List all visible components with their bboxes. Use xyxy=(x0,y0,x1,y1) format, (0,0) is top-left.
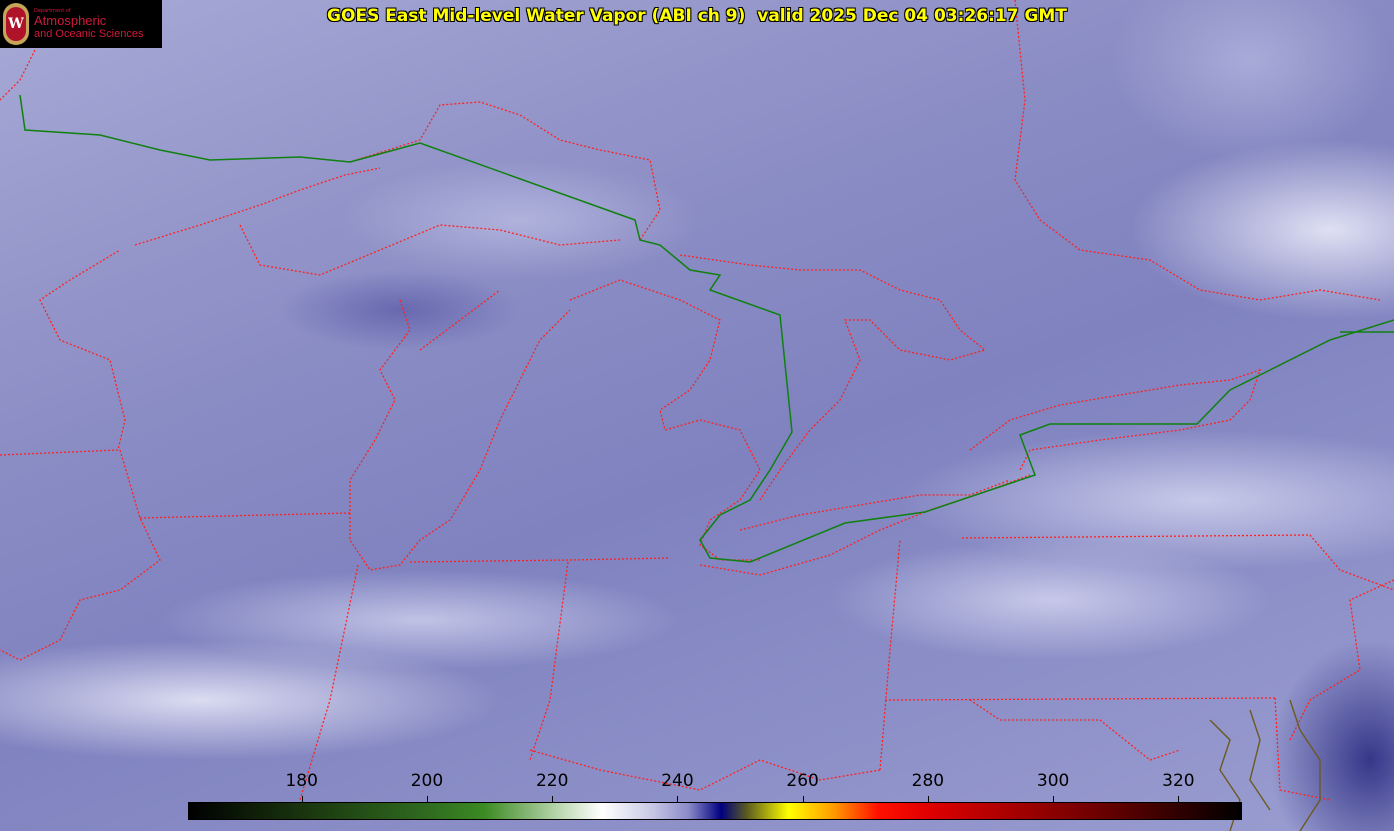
lake-ontario-shore xyxy=(969,368,1262,471)
colorbar-tick-label: 280 xyxy=(911,771,945,791)
map-borders xyxy=(0,0,1394,831)
lake-erie-shore xyxy=(699,474,1031,576)
colorbar-tick xyxy=(802,796,804,802)
lake-superior-shore xyxy=(134,101,661,276)
image-title: GOES East Mid-level Water Vapor (ABI ch … xyxy=(327,6,1067,26)
colorbar-tick xyxy=(552,796,554,802)
colorbar-tick xyxy=(1053,796,1055,802)
us-canada-border xyxy=(19,94,1394,563)
colorbar-tick-label: 180 xyxy=(285,771,318,791)
colorbar-tick-label: 260 xyxy=(786,771,819,791)
colorbar-tick xyxy=(301,796,303,802)
lake-huron-shore xyxy=(679,254,987,501)
michigan-lower-peninsula xyxy=(569,279,761,561)
state-borders xyxy=(0,0,1394,801)
temperature-colorbar xyxy=(188,802,1242,820)
colorbar-tick xyxy=(677,796,679,802)
colorbar-tick xyxy=(1178,796,1180,802)
lake-michigan-shore xyxy=(349,289,571,571)
colorbar-tick-label: 220 xyxy=(535,771,569,791)
colorbar-tick xyxy=(927,796,929,802)
colorbar-tick xyxy=(426,796,428,802)
logo-line2: and Oceanic Sciences xyxy=(34,28,144,40)
colorbar-tick-label: 320 xyxy=(1162,771,1195,791)
colorbar-tick-label: 240 xyxy=(661,771,694,791)
colorbar-tick-label: 300 xyxy=(1036,771,1070,791)
colorbar-tick-label: 200 xyxy=(410,771,444,791)
